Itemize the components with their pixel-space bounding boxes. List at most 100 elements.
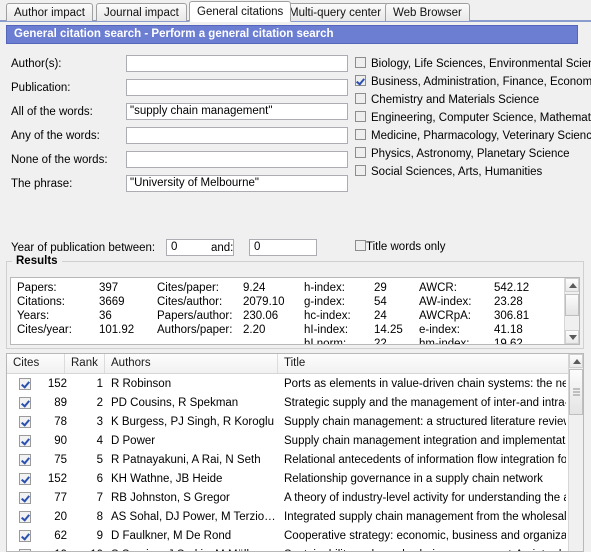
table-vertical-scrollbar[interactable]	[568, 354, 583, 551]
checkbox-icon[interactable]	[355, 165, 366, 176]
table-row[interactable]: 152 6 KH Wathne, JB Heide Relationship g…	[7, 470, 583, 489]
subject-label: Medicine, Pharmacology, Veterinary Scien…	[371, 130, 591, 142]
stat-value: 101.92	[99, 324, 135, 336]
title-words-only-label: Title words only	[366, 241, 446, 253]
checkbox-icon[interactable]	[355, 129, 366, 140]
table-scroll-up-button[interactable]	[569, 354, 583, 368]
subject-checkbox-business[interactable]: Business, Administration, Finance, Econo…	[355, 75, 591, 91]
stat-label: Authors/paper:	[157, 324, 233, 336]
row-checkbox[interactable]	[19, 511, 31, 523]
subject-checkbox-biology[interactable]: Biology, Life Sciences, Environmental Sc…	[355, 57, 591, 73]
row-checkbox[interactable]	[19, 492, 31, 504]
table-row[interactable]: 89 2 PD Cousins, R Spekman Strategic sup…	[7, 394, 583, 413]
tab-journal-impact[interactable]: Journal impact	[96, 3, 187, 21]
subject-checkbox-engineering[interactable]: Engineering, Computer Science, Mathemati…	[355, 111, 591, 127]
subject-checkbox-medicine[interactable]: Medicine, Pharmacology, Veterinary Scien…	[355, 129, 591, 145]
subject-label: Physics, Astronomy, Planetary Science	[371, 148, 570, 160]
column-header-rank[interactable]: Rank	[65, 354, 105, 373]
row-checkbox[interactable]	[19, 473, 31, 485]
none-words-input[interactable]	[126, 151, 348, 168]
stat-value: 29	[374, 282, 387, 294]
row-checkbox[interactable]	[19, 397, 31, 409]
checkbox-icon[interactable]	[355, 93, 366, 104]
row-checkbox[interactable]	[19, 530, 31, 542]
row-checkbox[interactable]	[19, 435, 31, 447]
checkbox-icon[interactable]	[355, 75, 366, 86]
stat-label: AW-index:	[419, 296, 472, 308]
table-row[interactable]: 90 4 D Power Supply chain management int…	[7, 432, 583, 451]
stats-scroll-thumb[interactable]	[565, 294, 579, 316]
subject-label: Chemistry and Materials Science	[371, 94, 540, 106]
subject-label: Social Sciences, Arts, Humanities	[371, 166, 543, 178]
stat-label: Citations:	[17, 296, 65, 308]
checkbox-icon[interactable]	[355, 111, 366, 122]
cell-authors: RB Johnston, S Gregor	[111, 492, 230, 504]
tab-general-citations[interactable]: General citations	[189, 1, 292, 22]
stat-label: Papers/author:	[157, 310, 233, 322]
cell-title: Relationship governance in a supply chai…	[284, 473, 543, 485]
tab-web-browser[interactable]: Web Browser	[385, 3, 470, 21]
stats-vertical-scrollbar[interactable]	[564, 278, 579, 344]
table-row[interactable]: 20 8 AS Sohal, DJ Power, M Terzio… Integ…	[7, 508, 583, 527]
caret-down-icon	[569, 335, 577, 340]
all-words-input[interactable]: "supply chain management"	[126, 103, 348, 120]
stats-scroll-down-button[interactable]	[565, 330, 579, 344]
table-row[interactable]: 62 9 D Faulkner, M De Rond Cooperative s…	[7, 527, 583, 546]
checkbox-icon[interactable]	[355, 57, 366, 68]
subject-checkbox-physics[interactable]: Physics, Astronomy, Planetary Science	[355, 147, 570, 163]
subject-checkbox-social[interactable]: Social Sciences, Arts, Humanities	[355, 165, 542, 181]
cell-cites: 19	[35, 546, 67, 551]
label-and: and:	[211, 242, 234, 254]
scroll-thumb-grip-icon	[573, 388, 580, 396]
cell-authors: PD Cousins, R Spekman	[111, 397, 239, 409]
title-words-only-checkbox[interactable]: Title words only	[355, 240, 445, 253]
table-row[interactable]: 152 1 R Robinson Ports as elements in va…	[7, 375, 583, 394]
cell-authors: KH Wathne, JB Heide	[111, 473, 223, 485]
checkbox-icon[interactable]	[355, 147, 366, 158]
stat-label: Cites/author:	[157, 296, 223, 308]
subject-checkbox-chemistry[interactable]: Chemistry and Materials Science	[355, 93, 539, 109]
publication-input[interactable]	[126, 79, 348, 96]
authors-input[interactable]	[126, 55, 348, 72]
tab-label: Multi-query center	[289, 7, 382, 19]
row-checkbox[interactable]	[19, 454, 31, 466]
stat-value: 54	[374, 296, 387, 308]
column-header-cites[interactable]: Cites	[7, 354, 65, 373]
row-checkbox[interactable]	[19, 416, 31, 428]
table-row[interactable]: 78 3 K Burgess, PJ Singh, R Koroglu Supp…	[7, 413, 583, 432]
table-scroll-thumb[interactable]	[569, 369, 583, 415]
stats-scroll-up-button[interactable]	[565, 278, 579, 292]
cell-rank: 9	[96, 530, 103, 542]
cell-rank: 5	[96, 454, 103, 466]
stat-label: Papers:	[17, 282, 57, 294]
column-header-title[interactable]: Title	[278, 354, 568, 373]
table-row[interactable]: 75 5 R Patnayakuni, A Rai, N Seth Relati…	[7, 451, 583, 470]
tab-author-impact[interactable]: Author impact	[6, 3, 93, 21]
stat-value: 2.20	[243, 324, 266, 336]
cell-authors: AS Sohal, DJ Power, M Terzio…	[111, 511, 276, 523]
cell-authors: R Robinson	[111, 378, 172, 390]
tab-multi-query-center[interactable]: Multi-query center	[281, 3, 390, 21]
stat-label: AWCRpA:	[419, 310, 471, 322]
cell-authors: D Faulkner, M De Rond	[111, 530, 232, 542]
checkbox-icon[interactable]	[355, 240, 366, 251]
label-year-range: Year of publication between:	[11, 242, 156, 254]
stat-label: Years:	[17, 310, 50, 322]
column-header-authors[interactable]: Authors	[105, 354, 278, 373]
page-title-banner: General citation search - Perform a gene…	[6, 25, 578, 44]
stat-value: 306.81	[494, 310, 530, 322]
any-words-input[interactable]	[126, 127, 348, 144]
table-row[interactable]: 77 7 RB Johnston, S Gregor A theory of i…	[7, 489, 583, 508]
row-checkbox[interactable]	[19, 378, 31, 390]
year-to-input[interactable]: 0	[249, 239, 317, 256]
label-all-words: All of the words:	[11, 106, 93, 118]
cell-rank: 7	[96, 492, 103, 504]
phrase-input[interactable]: "University of Melbourne"	[126, 175, 348, 192]
table-row[interactable]: 19 10 S Seuring, J Sarkis, M Müller, … S…	[7, 546, 583, 551]
stat-label: hI-index:	[304, 324, 349, 336]
stat-label: AWCR:	[419, 282, 457, 294]
cell-cites: 90	[54, 435, 67, 447]
cell-title: Strategic supply and the management of i…	[284, 397, 566, 409]
cell-title: Supply chain management: a structured li…	[284, 416, 566, 428]
stat-value: 23.28	[494, 296, 523, 308]
